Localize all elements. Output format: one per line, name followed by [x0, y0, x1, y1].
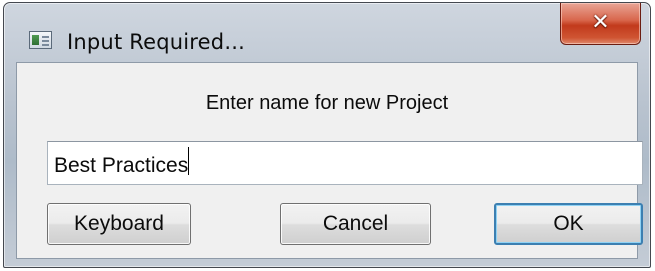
icon-line	[42, 44, 49, 46]
close-icon: ✕	[591, 10, 610, 35]
icon-pane	[32, 35, 39, 45]
title-bar[interactable]: Input Required...	[4, 3, 650, 59]
keyboard-button[interactable]: Keyboard	[47, 203, 191, 245]
close-button[interactable]: ✕	[560, 3, 641, 45]
window-title: Input Required...	[67, 30, 245, 54]
project-name-field-wrap	[47, 141, 643, 185]
project-name-input[interactable]	[47, 141, 643, 185]
application-window-icon	[29, 31, 52, 49]
cancel-button[interactable]: Cancel	[280, 203, 431, 245]
input-dialog-window: Input Required... ✕ Enter name for new P…	[3, 2, 651, 268]
icon-line	[42, 40, 49, 42]
ok-button[interactable]: OK	[494, 203, 643, 245]
icon-line	[42, 36, 49, 38]
text-caret	[188, 147, 189, 175]
prompt-label: Enter name for new Project	[205, 92, 449, 114]
